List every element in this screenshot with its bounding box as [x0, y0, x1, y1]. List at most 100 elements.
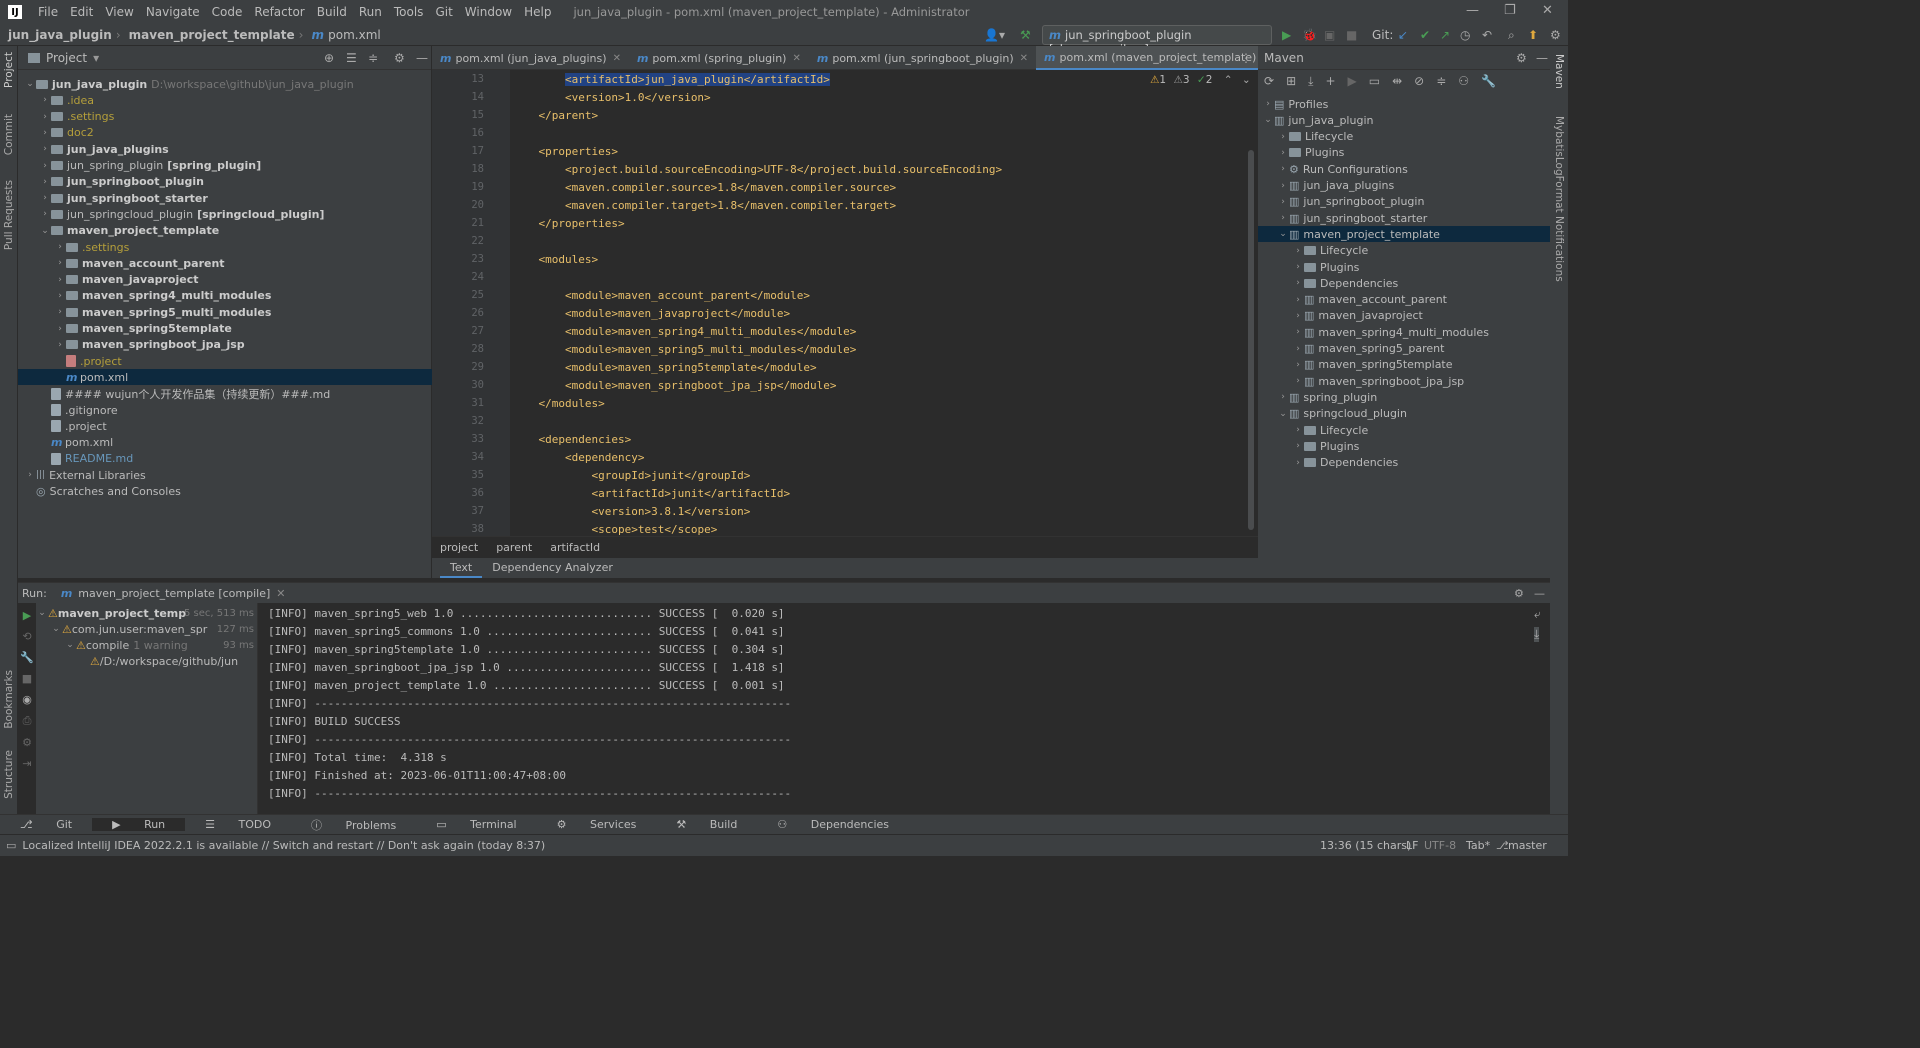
- chevron-right-icon[interactable]: ›: [39, 128, 51, 138]
- run-icon[interactable]: ▶: [1348, 74, 1357, 88]
- project-tree-item[interactable]: › jun_springboot_plugin: [18, 174, 432, 190]
- tool-window-terminal[interactable]: ▭ Terminal: [416, 818, 536, 831]
- collapse-all-icon[interactable]: ≑: [368, 51, 378, 65]
- tool-window-problems[interactable]: ⓘ Problems: [291, 817, 416, 833]
- editor-bottom-tab[interactable]: Text: [440, 558, 483, 578]
- run-tree-item[interactable]: ⌄ ⚠ compile 1 warning 93 ms: [36, 637, 258, 653]
- structure-tool-tab[interactable]: Structure: [3, 750, 15, 799]
- run-tree-item[interactable]: ⚠ /D:/workspace/github/jun: [36, 653, 258, 669]
- chevron-right-icon[interactable]: ›: [1277, 132, 1289, 142]
- maven-tree-item[interactable]: › ▥ maven_account_parent: [1258, 292, 1447, 308]
- chevron-right-icon[interactable]: ›: [54, 275, 66, 285]
- chevron-right-icon[interactable]: ›: [1292, 425, 1304, 435]
- chevron-down-icon[interactable]: ⌄: [50, 624, 62, 634]
- gear-icon[interactable]: ⚙: [1514, 587, 1524, 600]
- project-tree-item[interactable]: ⌄ maven_project_template: [18, 223, 432, 239]
- menu-git[interactable]: Git: [429, 5, 458, 19]
- project-tree-item[interactable]: › jun_spring_plugin [spring_plugin]: [18, 158, 432, 174]
- xml-breadcrumb-item[interactable]: project: [440, 541, 478, 554]
- bookmarks-tool-tab[interactable]: Bookmarks: [3, 670, 15, 729]
- chevron-down-icon[interactable]: ⌄: [1242, 74, 1251, 86]
- maven-tree-item[interactable]: › Lifecycle: [1258, 243, 1368, 259]
- close-tab-icon[interactable]: ✕: [276, 587, 285, 600]
- chevron-down-icon[interactable]: ⌄: [24, 79, 36, 89]
- chevron-right-icon[interactable]: ›: [1292, 360, 1304, 370]
- maven-tree-item[interactable]: › Lifecycle: [1258, 129, 1353, 145]
- chevron-right-icon[interactable]: ›: [1292, 376, 1304, 386]
- project-tree-item[interactable]: › maven_spring5template: [18, 321, 432, 337]
- hide-icon[interactable]: —: [416, 51, 428, 65]
- menu-navigate[interactable]: Navigate: [140, 5, 206, 19]
- hide-icon[interactable]: —: [1536, 51, 1548, 65]
- show-dependencies-icon[interactable]: ⚇: [1458, 74, 1469, 88]
- project-tree-item[interactable]: .project: [18, 353, 432, 369]
- project-tree-item[interactable]: › doc2: [18, 125, 432, 141]
- chevron-right-icon[interactable]: ›: [1277, 392, 1289, 402]
- project-tree-item[interactable]: › jun_springboot_starter: [18, 190, 432, 206]
- chevron-right-icon[interactable]: ›: [24, 470, 36, 480]
- chevron-down-icon[interactable]: ⌄: [1277, 229, 1289, 239]
- menu-view[interactable]: View: [99, 5, 139, 19]
- maven-tool-tab[interactable]: Maven: [1553, 54, 1565, 89]
- tool-window-dependencies[interactable]: ⚇ Dependencies: [757, 818, 909, 831]
- chevron-right-icon[interactable]: ›: [39, 209, 51, 219]
- locate-icon[interactable]: ⊕: [324, 51, 334, 65]
- toggle-offline-icon[interactable]: ⇹: [1392, 74, 1402, 88]
- breadcrumb-module[interactable]: maven_project_template: [121, 28, 299, 42]
- line-separator[interactable]: LF: [1406, 839, 1418, 852]
- maven-tree-item[interactable]: › ▥ maven_javaproject: [1258, 308, 1423, 324]
- gear-icon[interactable]: ⚙: [394, 51, 405, 65]
- chevron-right-icon[interactable]: ›: [39, 144, 51, 154]
- project-tree-item[interactable]: #### wujun个人开发作品集（持续更新）###.md: [18, 386, 432, 402]
- execute-goal-icon[interactable]: ▭: [1369, 74, 1380, 88]
- chevron-down-icon[interactable]: ⌄: [36, 608, 48, 618]
- tool-window-build[interactable]: ⚒ Build: [656, 818, 757, 831]
- menu-code[interactable]: Code: [206, 5, 249, 19]
- chevron-down-icon[interactable]: ▾: [93, 51, 99, 65]
- tool-window-git[interactable]: ⎇ Git: [0, 818, 92, 831]
- menu-run[interactable]: Run: [353, 5, 388, 19]
- chevron-right-icon[interactable]: ›: [1262, 99, 1274, 109]
- project-tree-item[interactable]: › jun_springcloud_plugin [springcloud_plug…: [18, 206, 432, 222]
- inspection-widget[interactable]: ⚠1 ⚠3 ✓2 ⌃ ⌄: [1150, 74, 1251, 86]
- git-branch[interactable]: master: [1508, 839, 1547, 852]
- close-tab-icon[interactable]: ✕: [613, 53, 621, 64]
- menu-refactor[interactable]: Refactor: [248, 5, 310, 19]
- notifications-tool-tab[interactable]: Notifications: [1553, 216, 1565, 282]
- project-tree-item[interactable]: › .settings: [18, 239, 432, 255]
- add-icon[interactable]: +: [1325, 74, 1335, 88]
- window-icon[interactable]: ▭: [6, 839, 16, 852]
- project-tree-item[interactable]: m pom.xml: [18, 369, 432, 386]
- maven-tree-item[interactable]: › ▥ jun_springboot_plugin: [1258, 194, 1424, 210]
- menu-edit[interactable]: Edit: [64, 5, 99, 19]
- chevron-down-icon[interactable]: ⌄: [39, 226, 51, 236]
- breadcrumb-root[interactable]: jun_java_plugin: [0, 28, 116, 42]
- expand-all-icon[interactable]: ☰: [346, 51, 357, 65]
- menu-build[interactable]: Build: [311, 5, 353, 19]
- editor-tab[interactable]: m pom.xml (spring_plugin) ✕: [629, 46, 809, 70]
- project-panel-title[interactable]: Project: [46, 51, 87, 65]
- gear-icon[interactable]: ⚙: [1516, 51, 1527, 65]
- project-tree-item[interactable]: README.md: [18, 451, 432, 467]
- project-tree-item[interactable]: › .idea: [18, 92, 432, 108]
- chevron-right-icon[interactable]: ›: [1277, 213, 1289, 223]
- wrench-icon[interactable]: 🔧: [20, 651, 34, 664]
- chevron-right-icon[interactable]: ›: [1292, 262, 1304, 272]
- chevron-right-icon[interactable]: ›: [1277, 181, 1289, 191]
- git-push-icon[interactable]: ↗: [1440, 28, 1450, 42]
- caret-position[interactable]: 13:36 (15 chars): [1320, 839, 1411, 852]
- exit-icon[interactable]: ⇥: [22, 757, 31, 770]
- chevron-right-icon[interactable]: ›: [39, 161, 51, 171]
- chevron-right-icon[interactable]: ›: [1292, 458, 1304, 468]
- collapse-icon[interactable]: ≑: [1436, 74, 1446, 88]
- chevron-right-icon[interactable]: ›: [1292, 344, 1304, 354]
- menu-tools[interactable]: Tools: [388, 5, 430, 19]
- chevron-right-icon[interactable]: ›: [54, 340, 66, 350]
- maven-tree-item[interactable]: › ▥ maven_spring5template: [1258, 357, 1452, 373]
- status-message[interactable]: Localized IntelliJ IDEA 2022.2.1 is avai…: [22, 839, 545, 852]
- chevron-right-icon[interactable]: ›: [54, 307, 66, 317]
- menu-window[interactable]: Window: [459, 5, 518, 19]
- xml-breadcrumb-item[interactable]: parent: [496, 541, 532, 554]
- git-update-icon[interactable]: ↙: [1398, 28, 1408, 42]
- editor-scrollbar[interactable]: [1248, 150, 1254, 530]
